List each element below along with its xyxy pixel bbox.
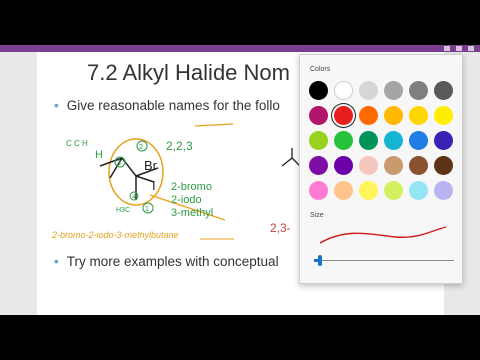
color-swatch[interactable] [384, 81, 403, 100]
color-swatch[interactable] [434, 81, 453, 100]
color-swatch[interactable] [434, 156, 453, 175]
ink-size-slider[interactable] [314, 255, 454, 267]
color-swatch[interactable] [359, 81, 378, 100]
color-swatch[interactable] [309, 131, 328, 150]
color-swatch[interactable] [309, 81, 328, 100]
color-swatch[interactable] [434, 106, 453, 125]
window-icon[interactable] [468, 46, 474, 51]
color-swatch[interactable] [334, 106, 353, 125]
color-swatch[interactable] [309, 106, 328, 125]
ink-size-preview [319, 226, 447, 244]
slider-track [314, 260, 454, 261]
color-swatch[interactable] [359, 131, 378, 150]
slide-title: 7.2 Alkyl Halide Nom [87, 60, 290, 85]
color-swatch[interactable] [359, 106, 378, 125]
ink-preview-stroke [319, 226, 447, 244]
color-swatch[interactable] [409, 106, 428, 125]
color-swatch[interactable] [434, 181, 453, 200]
color-swatch[interactable] [334, 156, 353, 175]
color-swatch[interactable] [359, 156, 378, 175]
color-swatch[interactable] [359, 181, 378, 200]
color-swatch[interactable] [409, 156, 428, 175]
bullet-text: Give reasonable names for the follo [66, 98, 280, 113]
color-swatch[interactable] [334, 131, 353, 150]
color-swatch[interactable] [384, 156, 403, 175]
bullet-item: • Give reasonable names for the follo [54, 98, 280, 113]
bullet-marker: • [54, 254, 59, 269]
title-bar [0, 45, 480, 52]
bullet-marker: • [54, 98, 59, 113]
slider-thumb[interactable] [318, 255, 322, 266]
color-swatch[interactable] [434, 131, 453, 150]
bullet-item: • Try more examples with conceptual [54, 254, 279, 269]
bullet-text: Try more examples with conceptual [66, 254, 279, 269]
size-label: Size [310, 212, 324, 219]
color-swatch[interactable] [309, 181, 328, 200]
window-icon[interactable] [444, 46, 450, 51]
color-swatch[interactable] [384, 131, 403, 150]
color-swatch[interactable] [334, 81, 353, 100]
color-picker-flyout[interactable]: Colors Size [299, 54, 463, 284]
colors-label: Colors [310, 66, 331, 73]
color-swatch[interactable] [409, 81, 428, 100]
color-swatch[interactable] [334, 181, 353, 200]
color-swatch[interactable] [409, 181, 428, 200]
color-swatch[interactable] [384, 106, 403, 125]
color-swatch-grid [309, 81, 459, 200]
color-swatch[interactable] [384, 181, 403, 200]
color-swatch[interactable] [309, 156, 328, 175]
color-swatch[interactable] [409, 131, 428, 150]
title-bar-icons [444, 45, 474, 52]
window-icon[interactable] [456, 46, 462, 51]
